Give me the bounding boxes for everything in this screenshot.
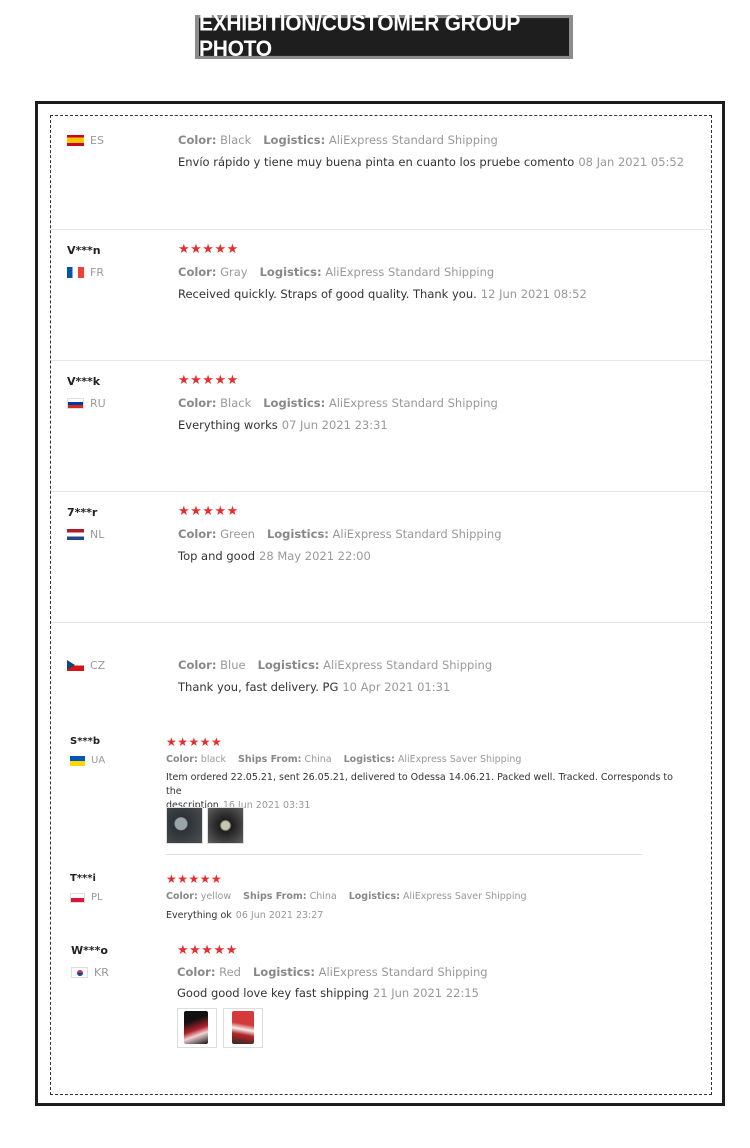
review-text: Good good love key fast shipping 21 Jun 2…: [177, 986, 479, 1000]
review-item: S***b UA ★★★★★ Color: black Ships From: C…: [51, 723, 711, 863]
review-meta: Color: Gray Logistics: AliExpress Standar…: [178, 265, 495, 279]
south-korea-flag-icon: [71, 967, 88, 978]
review-photo-thumbnail[interactable]: [166, 807, 203, 844]
country: NL: [67, 528, 104, 541]
country: ES: [67, 134, 104, 147]
user-name: S***b: [70, 736, 101, 747]
country: UA: [70, 755, 105, 766]
review-date: 10 Apr 2021 01:31: [342, 680, 451, 694]
country: PL: [70, 892, 103, 903]
review-meta: Color: Blue Logistics: AliExpress Standar…: [178, 658, 493, 672]
ukraine-flag-icon: [70, 755, 85, 766]
review-date: 06 Jun 2021 23:27: [235, 910, 324, 921]
country: FR: [67, 266, 104, 279]
review-meta: Color: Black Logistics: AliExpress Standa…: [178, 133, 498, 147]
user-name: 7***r: [67, 506, 98, 519]
user-name: V***n: [67, 244, 101, 257]
banner: EXHIBITION/CUSTOMER GROUP PHOTO: [195, 12, 573, 61]
review-meta: Color: Green Logistics: AliExpress Standa…: [178, 527, 502, 541]
review-date: 28 May 2021 22:00: [259, 549, 371, 563]
review-date: 08 Jan 2021 05:52: [578, 155, 685, 169]
user-name: T***i: [70, 873, 96, 884]
review-text: Everything ok 06 Jun 2021 23:27: [166, 910, 324, 921]
review-meta: Color: Red Logistics: AliExpress Standard…: [177, 965, 488, 979]
poland-flag-icon: [70, 892, 85, 903]
review-item: CZ Color: Blue Logistics: AliExpress Stan…: [51, 623, 711, 723]
user-name: V***k: [67, 375, 101, 388]
review-text: Thank you, fast delivery. PG 10 Apr 2021 …: [178, 680, 451, 694]
review-date: 07 Jun 2021 23:31: [281, 418, 388, 432]
review-date: 21 Jun 2021 22:15: [372, 986, 479, 1000]
review-meta: Color: Black Logistics: AliExpress Standa…: [178, 396, 498, 410]
review-date: 12 Jun 2021 08:52: [480, 287, 587, 301]
country: KR: [71, 966, 109, 979]
star-rating: ★★★★★: [177, 943, 238, 958]
review-item: W***o KR ★★★★★ Color: Red Logistics: AliE…: [51, 935, 711, 1075]
france-flag-icon: [67, 267, 84, 278]
review-text: Envío rápido y tiene muy buena pinta en …: [178, 155, 685, 169]
review-photo-thumbnail[interactable]: [207, 807, 244, 844]
netherlands-flag-icon: [67, 529, 84, 540]
review-meta: Color: yellow Ships From: China Logistics:…: [166, 891, 527, 902]
country: RU: [67, 397, 106, 410]
czech-flag-icon: [67, 660, 84, 671]
review-item: ES Color: Black Logistics: AliExpress Sta…: [51, 116, 711, 230]
review-text: Top and good 28 May 2021 22:00: [178, 549, 371, 563]
country: CZ: [67, 659, 105, 672]
star-rating: ★★★★★: [178, 373, 239, 388]
russia-flag-icon: [67, 398, 84, 409]
review-meta: Color: black Ships From: China Logistics: …: [166, 754, 522, 765]
banner-title: EXHIBITION/CUSTOMER GROUP PHOTO: [199, 12, 569, 61]
review-item: V***k RU ★★★★★ Color: Black Logistics: Al…: [51, 361, 711, 492]
review-item: 7***r NL ★★★★★ Color: Green Logistics: Al…: [51, 492, 711, 623]
reviews-frame: ES Color: Black Logistics: AliExpress Sta…: [35, 101, 725, 1106]
star-rating: ★★★★★: [166, 872, 223, 886]
divider: [166, 854, 642, 855]
review-text: Received quickly. Straps of good quality…: [178, 287, 587, 301]
review-item: V***n FR ★★★★★ Color: Gray Logistics: Ali…: [51, 230, 711, 361]
reviews-list: ES Color: Black Logistics: AliExpress Sta…: [50, 115, 712, 1095]
review-photo-thumbnail[interactable]: [223, 1008, 263, 1048]
spain-flag-icon: [67, 135, 84, 146]
user-name: W***o: [71, 944, 108, 957]
star-rating: ★★★★★: [166, 735, 223, 749]
star-rating: ★★★★★: [178, 504, 239, 519]
star-rating: ★★★★★: [178, 242, 239, 257]
review-item: T***i PL ★★★★★ Color: yellow Ships From: …: [51, 863, 711, 935]
review-photo-thumbnail[interactable]: [177, 1008, 217, 1048]
review-text: Everything works 07 Jun 2021 23:31: [178, 418, 388, 432]
